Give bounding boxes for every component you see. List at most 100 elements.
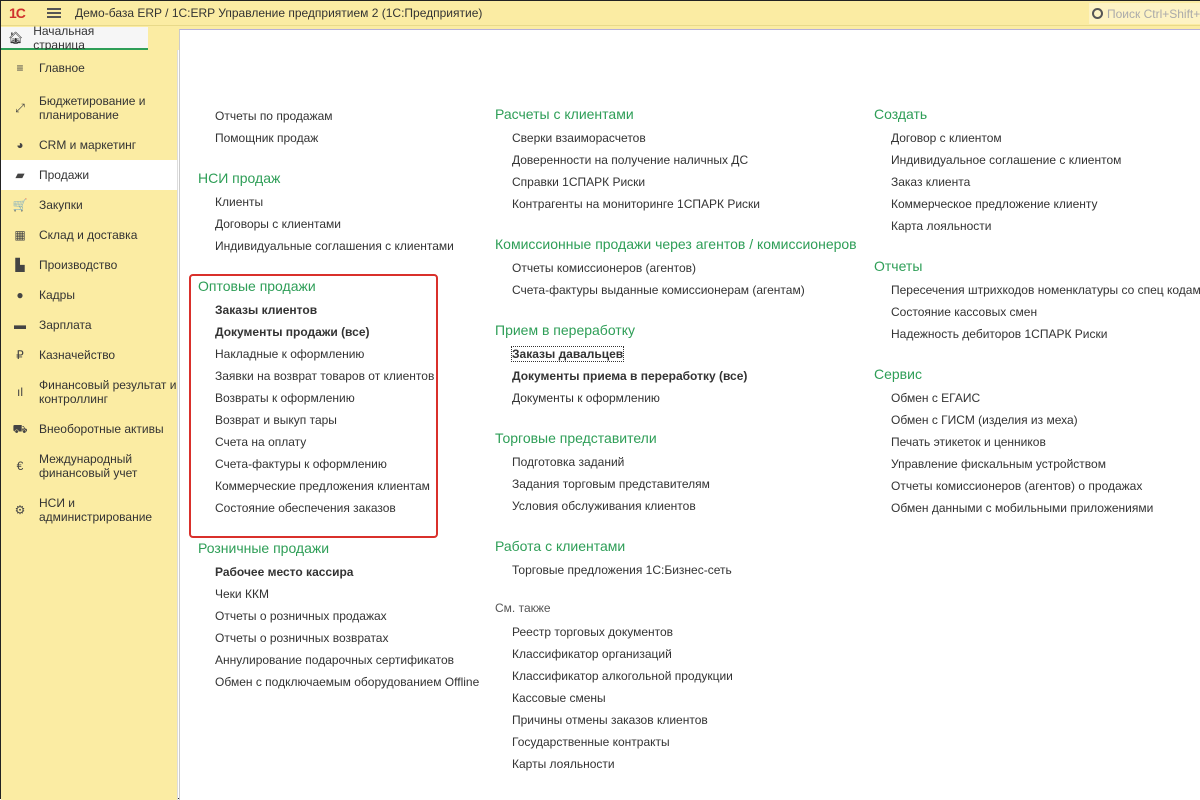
sidebar-item-3[interactable]: ▰ Продажи xyxy=(1,160,177,190)
sidebar-item-1[interactable]: ⤢ Бюджетирование и планирование xyxy=(1,86,177,130)
nav-link-label: Счета-фактуры к оформлению xyxy=(215,457,387,471)
nav-link[interactable]: Печать этикеток и ценников xyxy=(874,431,1200,453)
nav-link[interactable]: Отчеты комиссионеров (агентов) xyxy=(495,257,857,279)
nav-link[interactable]: Классификатор алкогольной продукции xyxy=(495,665,857,687)
nav-link[interactable]: Договоры с клиентами xyxy=(198,213,479,235)
sidebar-item-10[interactable]: ıl Финансовый результат и контроллинг xyxy=(1,370,177,414)
main-menu-icon[interactable] xyxy=(47,8,61,18)
nav-link-label: Договоры с клиентами xyxy=(215,217,341,231)
nav-link[interactable]: Счета на оплату xyxy=(198,431,479,453)
nav-link[interactable]: Отчеты о розничных возвратах xyxy=(198,627,479,649)
tab-label: Начальная страница xyxy=(33,23,95,52)
nav-link-label: Условия обслуживания клиентов xyxy=(512,499,696,513)
nav-link[interactable]: Отчеты о розничных продажах xyxy=(198,605,479,627)
tab-home[interactable]: 🏠︎ Начальная страница xyxy=(1,23,148,52)
nav-link-label: Заявки на возврат товаров от клиентов xyxy=(215,369,435,383)
nav-link[interactable]: Справки 1СПАРК Риски xyxy=(495,171,857,193)
group-heading: Торговые представители xyxy=(495,430,657,446)
sidebar-item-8[interactable]: ▬ Зарплата xyxy=(1,310,177,340)
sidebar-item-12[interactable]: € Международный финансовый учет xyxy=(1,444,177,488)
nav-link[interactable]: Документы продажи (все) xyxy=(198,321,479,343)
nav-link-label: Документы продажи (все) xyxy=(215,325,370,339)
nav-link-label: Реестр торговых документов xyxy=(512,625,674,639)
nav-link[interactable]: Состояние обеспечения заказов xyxy=(198,497,479,519)
nav-link-label: Коммерческое предложение клиенту xyxy=(891,197,1098,211)
group-heading: Создать xyxy=(874,106,928,122)
nav-link[interactable]: Подготовка заданий xyxy=(495,451,857,473)
nav-link[interactable]: Клиенты xyxy=(198,191,479,213)
nav-link[interactable]: Доверенности на получение наличных ДС xyxy=(495,149,857,171)
sidebar-item-7[interactable]: ● Кадры xyxy=(1,280,177,310)
nav-link[interactable]: Карта лояльности xyxy=(874,215,1200,237)
window-title: Демо-база ERP / 1С:ERP Управление предпр… xyxy=(75,6,483,20)
section-content: Отчеты по продажам Помощник продаж НСИ про… xyxy=(179,29,1200,800)
sidebar-item-4[interactable]: 🛒 Закупки xyxy=(1,190,177,220)
sidebar-item-11[interactable]: ⛟ Внеоборотные активы xyxy=(1,414,177,444)
sidebar-item-5[interactable]: ▦ Склад и доставка xyxy=(1,220,177,250)
nav-link[interactable]: Заказы клиентов xyxy=(198,299,479,321)
nav-link-label: Индивидуальные соглашения с клиентами xyxy=(215,239,454,253)
nav-link[interactable]: Счета-фактуры выданные комиссионерам (аг… xyxy=(495,279,857,301)
nav-link[interactable]: Индивидуальные соглашения с клиентами xyxy=(198,235,479,257)
nav-link[interactable]: Кассовые смены xyxy=(495,687,857,709)
section-group: Торговые представители Подготовка заданий… xyxy=(495,425,857,517)
nav-link[interactable]: Сверки взаиморасчетов xyxy=(495,127,857,149)
nav-link[interactable]: Документы приема в переработку (все) xyxy=(495,365,857,387)
home-icon: 🏠︎ xyxy=(8,30,24,45)
nav-link[interactable]: Реестр торговых документов xyxy=(495,621,857,643)
nav-link[interactable]: Государственные контракты xyxy=(495,731,857,753)
nav-link[interactable]: Обмен с подключаемым оборудованием Offli… xyxy=(198,671,479,693)
nav-link[interactable]: Отчеты по продажам xyxy=(198,105,479,127)
sidebar-item-13[interactable]: ⚙ НСИ и администрирование xyxy=(1,488,177,532)
nav-link-label: Государственные контракты xyxy=(512,735,670,749)
nav-link[interactable]: Состояние кассовых смен xyxy=(874,301,1200,323)
nav-link[interactable]: Классификатор организаций xyxy=(495,643,857,665)
sidebar-item-9[interactable]: ₽ Казначейство xyxy=(1,340,177,370)
nav-link[interactable]: Причины отмены заказов клиентов xyxy=(495,709,857,731)
nav-link[interactable]: Рабочее место кассира xyxy=(198,561,479,583)
nav-link[interactable]: Обмен с ЕГАИС xyxy=(874,387,1200,409)
section-group: Розничные продажи Рабочее место кассира Че… xyxy=(198,535,479,693)
sidebar-item-label: Внеоборотные активы xyxy=(39,422,164,436)
nav-link[interactable]: Чеки ККМ xyxy=(198,583,479,605)
nav-link[interactable]: Индивидуальное соглашение с клиентом xyxy=(874,149,1200,171)
nav-link-label: Надежность дебиторов 1СПАРК Риски xyxy=(891,327,1108,341)
nav-link[interactable]: Заказы давальцев xyxy=(495,343,857,365)
nav-link[interactable]: Документы к оформлению xyxy=(495,387,857,409)
nav-link[interactable]: Отчеты комиссионеров (агентов) о продажа… xyxy=(874,475,1200,497)
nav-link[interactable]: Заявки на возврат товаров от клиентов xyxy=(198,365,479,387)
sidebar-item-0[interactable]: ≡ Главное xyxy=(1,50,177,86)
nav-link[interactable]: Коммерческое предложение клиенту xyxy=(874,193,1200,215)
nav-link[interactable]: Контрагенты на мониторинге 1СПАРК Риски xyxy=(495,193,857,215)
nav-link[interactable]: Возврат и выкуп тары xyxy=(198,409,479,431)
nav-link[interactable]: Аннулирование подарочных сертификатов xyxy=(198,649,479,671)
sidebar-item-2[interactable]: ◕ CRM и маркетинг xyxy=(1,130,177,160)
nav-link[interactable]: Возвраты к оформлению xyxy=(198,387,479,409)
nav-link-label: Сверки взаиморасчетов xyxy=(512,131,646,145)
nav-link[interactable]: Заказ клиента xyxy=(874,171,1200,193)
nav-link-label: Обмен с ЕГАИС xyxy=(891,391,981,405)
nav-link-label: Карты лояльности xyxy=(512,757,615,771)
sidebar-item-6[interactable]: ▙ Производство xyxy=(1,250,177,280)
nav-link[interactable]: Договор с клиентом xyxy=(874,127,1200,149)
sidebar-item-label: Кадры xyxy=(39,288,75,302)
nav-link[interactable]: Торговые предложения 1С:Бизнес-сеть xyxy=(495,559,857,581)
nav-link[interactable]: Помощник продаж xyxy=(198,127,479,149)
sidebar-item-label: Закупки xyxy=(39,198,83,212)
nav-link[interactable]: Условия обслуживания клиентов xyxy=(495,495,857,517)
nav-link-label: Аннулирование подарочных сертификатов xyxy=(215,653,454,667)
nav-link[interactable]: Счета-фактуры к оформлению xyxy=(198,453,479,475)
nav-link[interactable]: Задания торговым представителям xyxy=(495,473,857,495)
nav-link-label: Отчеты о розничных возвратах xyxy=(215,631,389,645)
nav-link[interactable]: Пересечения штрихкодов номенклатуры со с… xyxy=(874,279,1200,301)
nav-link[interactable]: Карты лояльности xyxy=(495,753,857,775)
nav-link[interactable]: Коммерческие предложения клиентам xyxy=(198,475,479,497)
nav-link[interactable]: Управление фискальным устройством xyxy=(874,453,1200,475)
nav-link[interactable]: Накладные к оформлению xyxy=(198,343,479,365)
nav-link[interactable]: Надежность дебиторов 1СПАРК Риски xyxy=(874,323,1200,345)
group-heading: Комиссионные продажи через агентов / ком… xyxy=(495,236,857,252)
sidebar-item-label: Склад и доставка xyxy=(39,228,138,242)
nav-link[interactable]: Обмен с ГИСМ (изделия из меха) xyxy=(874,409,1200,431)
search-input[interactable]: Поиск Ctrl+Shift+F xyxy=(1089,3,1200,24)
nav-link[interactable]: Обмен данными с мобильными приложениями xyxy=(874,497,1200,519)
